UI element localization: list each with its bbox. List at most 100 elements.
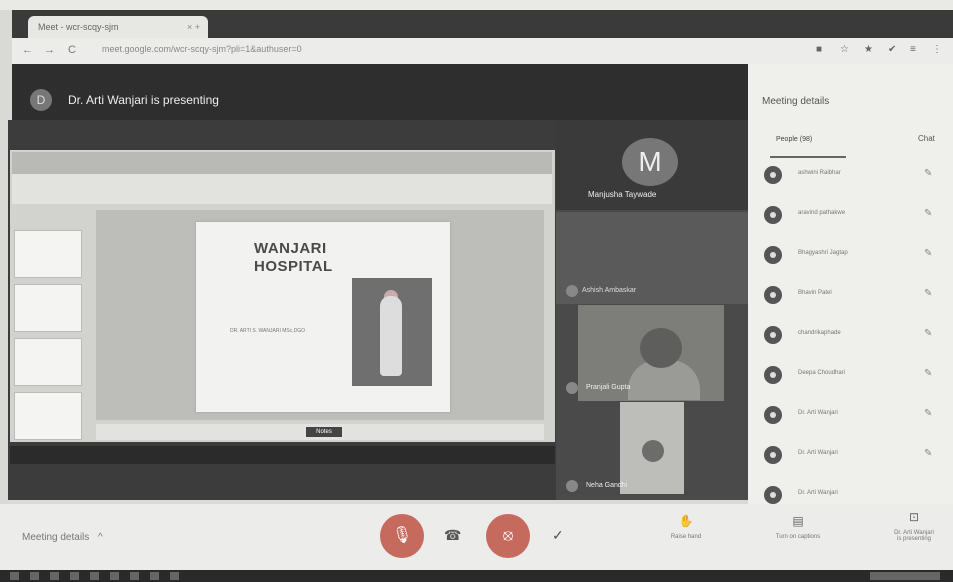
person-name: Bhavin Patel <box>798 290 832 296</box>
people-list-item[interactable]: chandrikaphade ✎ <box>760 324 950 346</box>
slide-thumbnail[interactable] <box>14 230 82 278</box>
meeting-details-button[interactable]: Meeting details ^ <box>22 532 103 543</box>
chevron-up-icon: ^ <box>98 532 103 543</box>
video-person-face <box>642 440 664 462</box>
bookmark-star-icon[interactable]: ☆ <box>840 44 849 55</box>
person-name: Dr. Arti Wanjari <box>798 410 838 416</box>
slide-title-line2: HOSPITAL <box>254 258 333 275</box>
start-icon[interactable] <box>10 572 19 580</box>
presenting-label-2: is presenting <box>896 536 932 542</box>
mic-off-icon: ✎ <box>924 168 933 179</box>
extension-icon[interactable]: ≡ <box>910 44 916 55</box>
mini-avatar <box>566 285 578 297</box>
person-name: Dr. Arti Wanjari <box>798 490 838 496</box>
hand-icon: ✋ <box>678 514 694 528</box>
raise-hand-button[interactable]: ✋ Raise hand <box>656 514 716 540</box>
taskbar-app-icon[interactable] <box>170 572 179 580</box>
browser-menu-icon[interactable]: ⋮ <box>932 44 942 55</box>
system-tray[interactable] <box>870 572 940 580</box>
taskbar-app-icon[interactable] <box>110 572 119 580</box>
slide-thumbnail[interactable] <box>14 392 82 440</box>
mic-off-icon: ✎ <box>924 408 933 419</box>
participant-avatar-m: M <box>622 138 678 186</box>
slide-thumbnails <box>14 230 86 440</box>
person-avatar <box>764 486 782 504</box>
ppt-notes-button[interactable]: Notes <box>306 427 342 437</box>
hangup-button[interactable]: ☎ <box>444 527 461 544</box>
person-avatar <box>764 286 782 304</box>
os-taskbar <box>0 570 953 582</box>
person-avatar <box>764 366 782 384</box>
captions-button[interactable]: ▤ Turn on captions <box>756 514 840 540</box>
back-icon[interactable]: ← <box>22 44 33 56</box>
reload-icon[interactable]: C <box>68 44 76 56</box>
people-list-item[interactable]: Bhavin Patel ✎ <box>760 284 950 306</box>
slide-subtitle: DR. ARTI S. WANJARI MSc,DGO <box>230 328 306 334</box>
camera-toggle-button[interactable]: ⦻ <box>486 514 530 558</box>
presenter-avatar: D <box>30 89 52 111</box>
people-list-item[interactable]: Dr. Arti Wanjari <box>760 484 950 506</box>
browser-tabstrip: Meet - wcr-scqy-sjm × + <box>12 10 953 38</box>
participant-name: Pranjali Gupta <box>586 384 631 391</box>
url-field[interactable]: meet.google.com/wcr-scqy-sjm?pli=1&authu… <box>102 44 802 58</box>
shared-screen-taskbar <box>10 446 555 464</box>
mic-off-icon: ✎ <box>924 208 933 219</box>
present-screen-icon: ⊡ <box>908 510 920 524</box>
people-list-item[interactable]: ashwini Raibhar ✎ <box>760 164 950 186</box>
mic-off-icon: ✎ <box>924 328 933 339</box>
slide-thumbnail[interactable] <box>14 284 82 332</box>
slide-photo <box>352 278 432 386</box>
extension-icon[interactable]: ★ <box>864 44 873 55</box>
people-list-item[interactable]: Deepa Choudhari ✎ <box>760 364 950 386</box>
raise-hand-label: Raise hand <box>670 534 702 540</box>
taskbar-app-icon[interactable] <box>50 572 59 580</box>
ppt-ribbon <box>12 174 552 204</box>
tab-title: Meet - wcr-scqy-sjm <box>38 22 119 32</box>
person-name: chandrikaphade <box>798 330 841 336</box>
person-avatar <box>764 326 782 344</box>
person-avatar <box>764 166 782 184</box>
taskbar-app-icon[interactable] <box>130 572 139 580</box>
tab-chat[interactable]: Chat <box>918 134 935 143</box>
presenting-button[interactable]: ⊡ Dr. Arti Wanjari is presenting <box>878 510 950 542</box>
mic-off-icon: ✎ <box>924 368 933 379</box>
person-avatar <box>764 246 782 264</box>
mic-off-icon: ✎ <box>924 448 933 459</box>
mic-off-icon: ✎ <box>924 288 933 299</box>
screen-frame <box>0 0 953 10</box>
participant-name: Manjusha Taywade <box>588 190 657 199</box>
participant-name: Ashish Ambaskar <box>582 287 637 294</box>
captions-label: Turn on captions <box>775 534 821 540</box>
person-name: aravind pathakwe <box>798 210 846 216</box>
taskbar-app-icon[interactable] <box>30 572 39 580</box>
person-avatar <box>764 206 782 224</box>
people-list-item[interactable]: Dr. Arti Wanjari ✎ <box>760 404 950 426</box>
person-name: Bhagyashri Jagtap <box>798 250 848 256</box>
people-list-item[interactable]: aravind pathakwe ✎ <box>760 204 950 226</box>
mini-avatar <box>566 382 578 394</box>
address-bar-row: ← → C meet.google.com/wcr-scqy-sjm?pli=1… <box>12 38 953 64</box>
person-avatar <box>764 446 782 464</box>
person-name: Deepa Choudhari <box>798 370 846 376</box>
slide-title-line1: WANJARI <box>254 240 327 257</box>
forward-icon[interactable]: → <box>44 44 55 56</box>
people-list-item[interactable]: Dr. Arti Wanjari ✎ <box>760 444 950 466</box>
people-list-item[interactable]: Bhagyashri Jagtap ✎ <box>760 244 950 266</box>
browser-tab[interactable]: Meet - wcr-scqy-sjm × + <box>28 16 208 38</box>
mic-toggle-button[interactable]: 🎙 <box>380 514 424 558</box>
extension-check-icon[interactable]: ✔ <box>888 44 896 55</box>
taskbar-app-icon[interactable] <box>150 572 159 580</box>
captions-icon: ▤ <box>792 514 804 528</box>
video-person-face <box>640 328 682 368</box>
taskbar-app-icon[interactable] <box>90 572 99 580</box>
photo-person <box>380 296 402 376</box>
tab-people[interactable]: People (98) <box>776 136 812 143</box>
active-tab-indicator <box>770 156 846 158</box>
taskbar-app-icon[interactable] <box>70 572 79 580</box>
tab-close-icon[interactable]: × + <box>187 22 200 32</box>
check-icon[interactable]: ✓ <box>552 527 564 544</box>
extension-icon[interactable]: ■ <box>816 44 822 55</box>
participant-name: Neha Gandhi <box>586 482 628 489</box>
meet-header <box>12 64 772 120</box>
slide-thumbnail[interactable] <box>14 338 82 386</box>
